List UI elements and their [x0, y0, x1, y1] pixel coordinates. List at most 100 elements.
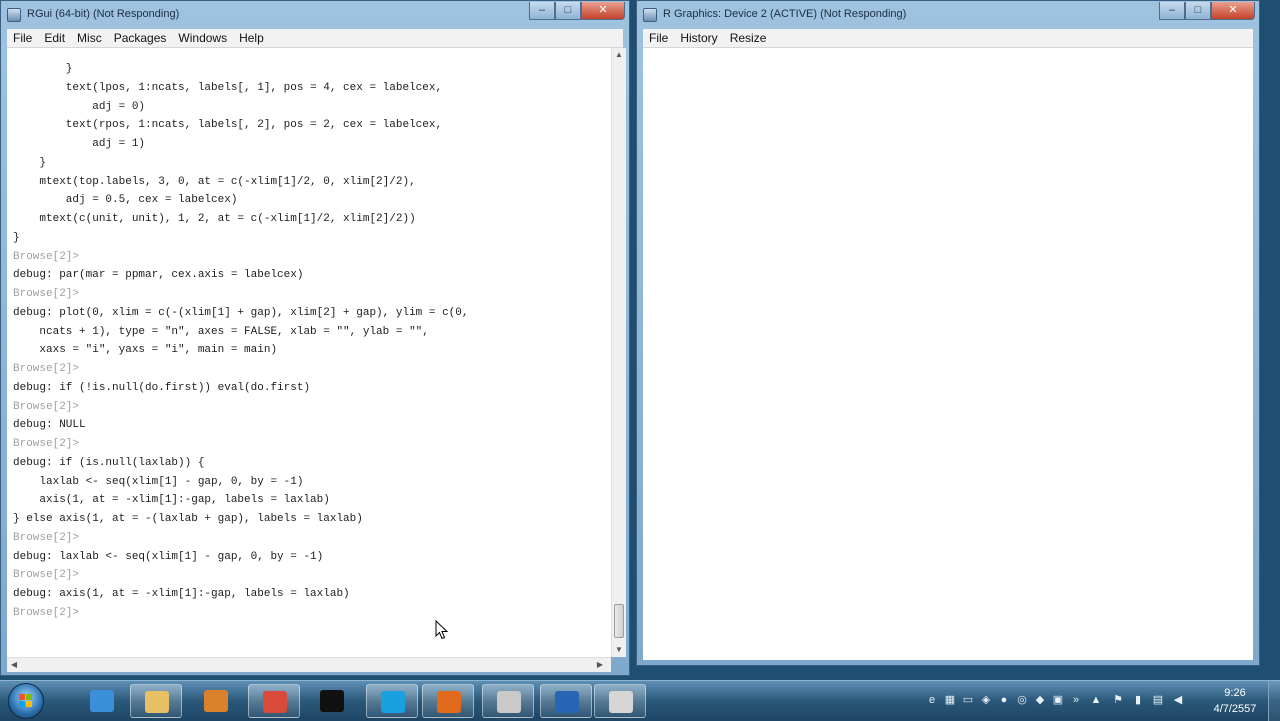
close-button[interactable]: ✕: [581, 2, 625, 20]
r-console[interactable]: } text(lpos, 1:ncats, labels[, 1], pos =…: [7, 48, 611, 657]
tray-antivirus-icon[interactable]: ●: [998, 694, 1010, 706]
console-code-line: } else axis(1, at = -(laxlab + gap), lab…: [13, 513, 363, 525]
action-center-flag-icon[interactable]: ⚑: [1112, 694, 1124, 706]
rgui-titlebar[interactable]: RGui (64-bit) (Not Responding) – □ ✕: [1, 1, 629, 29]
taskbar-firefox-button[interactable]: [422, 684, 474, 718]
minimize-button[interactable]: –: [529, 2, 555, 20]
console-code-line: text(lpos, 1:ncats, labels[, 1], pos = 4…: [13, 81, 443, 94]
console-code-line: laxlab <- seq(xlim[1] - gap, 0, by = -1): [13, 475, 304, 488]
scroll-down-arrow-icon[interactable]: ▼: [612, 643, 626, 657]
show-desktop-button[interactable]: [1268, 681, 1280, 721]
taskbar-r-button[interactable]: [540, 684, 592, 718]
taskbar-media-button[interactable]: [190, 684, 242, 718]
console-code-line: text(rpos, 1:ncats, labels[, 2], pos = 2…: [13, 119, 443, 132]
console-code-line: debug: par(mar = ppmar, cex.axis = label…: [13, 269, 304, 282]
device-maximize-button[interactable]: □: [1185, 2, 1211, 20]
tray-ie-icon[interactable]: e: [926, 694, 938, 706]
skype-icon: [381, 691, 405, 713]
rgui-menubar: File Edit Misc Packages Windows Help: [7, 29, 623, 48]
console-code-line: mtext(c(unit, unit), 1, 2, at = c(-xlim[…: [13, 213, 416, 225]
console-output: } text(lpos, 1:ncats, labels[, 1], pos =…: [13, 60, 468, 623]
console-code-line: ncats + 1), type = "n", axes = FALSE, xl…: [13, 325, 429, 338]
menu-file[interactable]: File: [7, 29, 38, 45]
console-code-line: }: [13, 63, 73, 75]
tray-app-icon[interactable]: ◈: [980, 694, 992, 706]
console-code-line: mtext(top.labels, 3, 0, at = c(-xlim[1]/…: [13, 175, 416, 188]
pen-icon: [497, 691, 521, 713]
explorer-icon: [145, 691, 169, 713]
console-code-line: debug: laxlab <- seq(xlim[1] - gap, 0, b…: [13, 550, 324, 563]
console-code-line: axis(1, at = -xlim[1]:-gap, labels = lax…: [13, 494, 330, 507]
tray-sync-icon[interactable]: ◎: [1016, 694, 1028, 706]
console-code-line: debug: if (!is.null(do.first)) eval(do.f…: [13, 381, 311, 394]
clock-time[interactable]: 9:26: [1210, 687, 1260, 699]
menu-packages[interactable]: Packages: [108, 29, 173, 45]
device-titlebar[interactable]: R Graphics: Device 2 (ACTIVE) (Not Respo…: [637, 1, 1259, 29]
volume-icon[interactable]: ◀: [1172, 694, 1184, 706]
console-code-line: }: [13, 156, 47, 169]
graphics-device-window: R Graphics: Device 2 (ACTIVE) (Not Respo…: [636, 0, 1260, 666]
taskbar-skype-button[interactable]: [366, 684, 418, 718]
console-code-line: debug: NULL: [13, 419, 86, 432]
r-graphics-icon: [643, 8, 657, 22]
console-prompt-line: Browse[2]>: [13, 606, 80, 619]
scroll-up-arrow-icon[interactable]: ▲: [612, 48, 626, 62]
tray-overflow-icon[interactable]: »: [1070, 694, 1082, 706]
console-prompt-line: Browse[2]>: [13, 288, 80, 300]
taskbar-pen-button[interactable]: [482, 684, 534, 718]
rgui-window: RGui (64-bit) (Not Responding) – □ ✕ Fil…: [0, 0, 630, 676]
scroll-right-arrow-icon[interactable]: ▶: [593, 658, 607, 672]
mouse-cursor-icon: [435, 620, 449, 640]
ie-icon: [90, 690, 114, 712]
taskbar-folder-button[interactable]: [594, 684, 646, 718]
maximize-button[interactable]: □: [555, 2, 581, 20]
tray-devices-icon[interactable]: ▣: [1052, 694, 1064, 706]
console-vertical-scrollbar[interactable]: ▲ ▼: [611, 48, 626, 657]
console-prompt-line: Browse[2]>: [13, 250, 80, 263]
scroll-left-arrow-icon[interactable]: ◀: [7, 658, 21, 672]
windows-logo-icon: [19, 694, 32, 707]
console-prompt-line: Browse[2]>: [13, 569, 80, 582]
console-code-line: xaxs = "i", yaxs = "i", main = main): [13, 344, 278, 357]
tray-power-icon[interactable]: ▮: [1132, 694, 1144, 706]
device-menubar: File History Resize: [643, 29, 1253, 48]
console-prompt-line: Browse[2]>: [13, 363, 80, 375]
taskbar: e ▦ ▭ ◈ ● ◎ ◆ ▣ » ▲ ⚑ ▮ ▤ ◀ 9:26 4/7/255…: [0, 680, 1280, 721]
device-menu-resize[interactable]: Resize: [724, 29, 773, 45]
graphics-canvas[interactable]: [643, 48, 1253, 660]
console-prompt-line: Browse[2]>: [13, 531, 80, 544]
start-button[interactable]: [8, 683, 44, 719]
device-title: R Graphics: Device 2 (ACTIVE) (Not Respo…: [663, 8, 907, 20]
taskbar-ie-button[interactable]: [76, 684, 128, 718]
tray-wifi-icon[interactable]: ▤: [1152, 694, 1164, 706]
cmd-icon: [320, 690, 344, 712]
chrome-icon: [263, 691, 287, 713]
console-prompt-line: Browse[2]>: [13, 400, 80, 413]
clock-date[interactable]: 4/7/2557: [1203, 703, 1267, 715]
console-code-line: adj = 0.5, cex = labelcex): [13, 194, 238, 207]
taskbar-explorer-button[interactable]: [130, 684, 182, 718]
taskbar-cmd-button[interactable]: [306, 684, 358, 718]
r-app-icon: [7, 8, 21, 22]
console-prompt-line: Browse[2]>: [13, 438, 80, 450]
console-code-line: adj = 1): [13, 138, 146, 150]
tray-shield-icon[interactable]: ◆: [1034, 694, 1046, 706]
console-code-line: }: [13, 231, 20, 244]
tray-monitor-icon[interactable]: ▭: [962, 694, 974, 706]
console-horizontal-scrollbar[interactable]: ◀ ▶: [7, 657, 611, 672]
tray-network-icon[interactable]: ▦: [944, 694, 956, 706]
firefox-icon: [437, 691, 461, 713]
taskbar-chrome-button[interactable]: [248, 684, 300, 718]
device-close-button[interactable]: ✕: [1211, 2, 1255, 20]
console-code-line: debug: if (is.null(laxlab)) {: [13, 456, 205, 469]
device-minimize-button[interactable]: –: [1159, 2, 1185, 20]
show-hidden-icons-icon[interactable]: ▲: [1090, 694, 1102, 706]
menu-edit[interactable]: Edit: [38, 29, 71, 45]
rgui-title: RGui (64-bit) (Not Responding): [27, 8, 180, 20]
menu-misc[interactable]: Misc: [71, 29, 108, 45]
device-menu-history[interactable]: History: [674, 29, 723, 45]
menu-windows[interactable]: Windows: [172, 29, 233, 45]
device-menu-file[interactable]: File: [643, 29, 674, 45]
menu-help[interactable]: Help: [233, 29, 270, 45]
scroll-thumb[interactable]: [614, 604, 624, 638]
